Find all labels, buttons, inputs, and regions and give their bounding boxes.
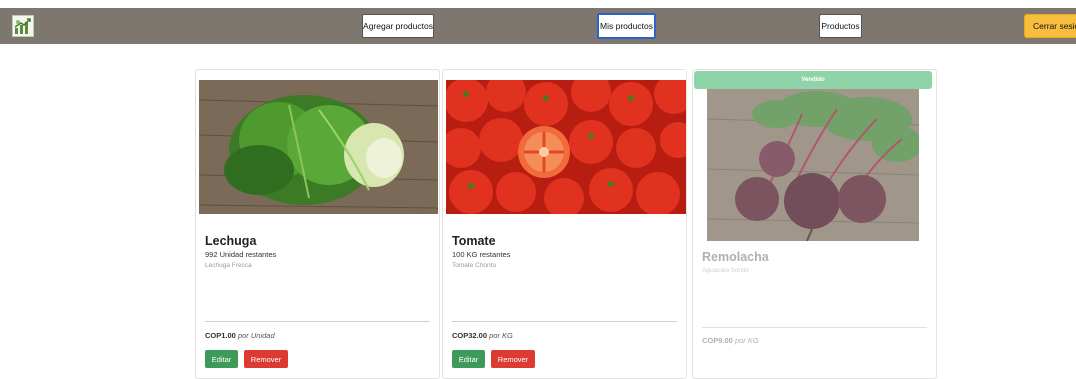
products-button[interactable]: Productos <box>819 14 862 38</box>
product-name: Tomate <box>452 234 496 248</box>
my-products-button[interactable]: Mis productos <box>597 13 656 39</box>
divider <box>452 321 677 322</box>
product-card-lechuga: Lechuga 992 Unidad restantes Lechuga Fre… <box>195 69 440 379</box>
product-price-line: COP9.00 por KG <box>702 336 759 345</box>
product-description: Aguacate bonito <box>702 267 749 274</box>
product-unit: por KG <box>489 331 513 340</box>
product-card-remolacha: Vendido Remolacha Aguacate bonito COP9.0… <box>692 69 937 379</box>
product-description: Tomate Chonto <box>452 262 497 269</box>
product-unit: por Unidad <box>237 331 275 340</box>
plant-growth-icon[interactable] <box>12 15 34 37</box>
tomato-image <box>446 80 686 214</box>
product-name: Remolacha <box>702 250 769 264</box>
edit-button[interactable]: Editar <box>452 350 485 368</box>
add-products-button[interactable]: Agregar productos <box>362 14 434 38</box>
product-description: Lechuga Fresca <box>205 262 252 269</box>
product-stock: 992 Unidad restantes <box>205 250 277 259</box>
divider <box>702 327 927 328</box>
logout-button[interactable]: Cerrar sesión <box>1024 14 1076 38</box>
beet-image <box>707 89 919 241</box>
product-card-tomate: Tomate 100 KG restantes Tomate Chonto CO… <box>442 69 687 379</box>
sold-badge: Vendido <box>694 71 932 89</box>
product-unit: por KG <box>734 336 759 345</box>
lettuce-image <box>199 80 438 214</box>
product-price-line: COP32.00 por KG <box>452 331 513 340</box>
edit-button[interactable]: Editar <box>205 350 238 368</box>
product-price: COP1.00 <box>205 331 236 340</box>
product-price: COP9.00 <box>702 336 733 345</box>
product-price-line: COP1.00 por Unidad <box>205 331 275 340</box>
divider <box>205 321 430 322</box>
product-stock: 100 KG restantes <box>452 250 511 259</box>
product-name: Lechuga <box>205 234 257 248</box>
top-navbar: Agregar productos Mis productos Producto… <box>0 8 1076 44</box>
product-price: COP32.00 <box>452 331 488 340</box>
remove-button[interactable]: Remover <box>244 350 288 368</box>
remove-button[interactable]: Remover <box>491 350 535 368</box>
